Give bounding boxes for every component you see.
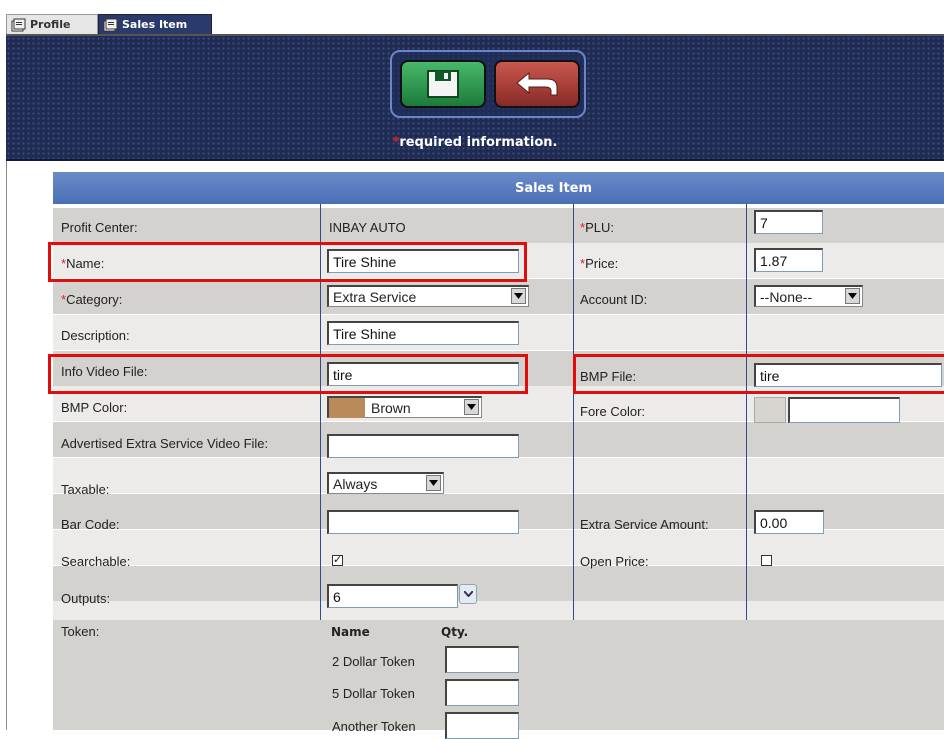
outputs-dropdown-button[interactable]	[459, 584, 477, 604]
profit-center-value: INBAY AUTO	[329, 220, 406, 235]
highlight-box-name	[48, 242, 527, 282]
bmp-color-label: BMP Color:	[61, 400, 128, 415]
properties-icon	[103, 18, 118, 31]
highlight-box-bmp-file	[573, 354, 944, 394]
token-qty-input[interactable]	[445, 646, 519, 673]
column-divider	[573, 204, 574, 620]
extra-amount-label: Extra Service Amount:	[580, 517, 709, 532]
extra-amount-input[interactable]	[754, 510, 824, 534]
token-name-header: Name	[331, 625, 370, 639]
taxable-label: Taxable:	[61, 482, 110, 497]
bar-code-label: Bar Code:	[61, 517, 120, 532]
column-divider	[746, 204, 747, 620]
tab-profile-label: Profile	[30, 18, 71, 31]
properties-icon	[11, 18, 26, 31]
chevron-down-icon	[845, 288, 860, 304]
token-item-name: Another Token	[332, 719, 416, 734]
price-label: *Price:	[580, 256, 619, 271]
profit-center-label: Profit Center:	[61, 220, 138, 235]
chevron-down-icon	[463, 591, 473, 597]
adv-video-input[interactable]	[327, 434, 519, 458]
tab-sales-item-label: Sales Item	[122, 18, 188, 31]
return-arrow-icon	[516, 71, 558, 96]
searchable-label: Searchable:	[61, 554, 131, 569]
toolbar-header: *required information.	[6, 36, 944, 161]
token-qty-input[interactable]	[445, 679, 519, 706]
form-title-bar: Sales Item	[53, 172, 944, 204]
plu-input[interactable]	[754, 210, 823, 234]
row-searchable	[53, 530, 944, 565]
outputs-input[interactable]	[327, 584, 458, 608]
category-label: *Category:	[61, 292, 123, 307]
color-swatch	[329, 397, 365, 418]
chevron-down-icon	[511, 288, 526, 304]
price-input[interactable]	[754, 248, 823, 272]
open-price-checkbox[interactable]	[761, 555, 772, 566]
description-label: Description:	[61, 328, 130, 343]
bar-code-input[interactable]	[327, 510, 519, 534]
outputs-label: Outputs:	[61, 591, 111, 606]
tab-sales-item[interactable]: Sales Item	[98, 14, 212, 34]
token-item-name: 2 Dollar Token	[332, 654, 415, 669]
fore-color-input[interactable]	[788, 397, 900, 423]
row-taxable	[53, 458, 944, 493]
taxable-select[interactable]: Always	[327, 472, 444, 494]
searchable-checkbox[interactable]: ✓	[332, 555, 343, 566]
bmp-color-select[interactable]: Brown	[327, 396, 482, 418]
fore-color-label: Fore Color:	[580, 404, 646, 419]
form-title: Sales Item	[514, 180, 593, 196]
adv-video-label: Advertised Extra Service Video File:	[61, 436, 269, 451]
fore-color-swatch[interactable]	[754, 397, 786, 423]
account-id-label: Account ID:	[580, 292, 648, 307]
highlight-box-info-video	[48, 354, 528, 394]
open-price-label: Open Price:	[580, 554, 649, 569]
save-button[interactable]	[400, 60, 486, 108]
tab-strip: Profile Sales Item	[6, 0, 944, 36]
row-token-top	[53, 601, 944, 620]
chevron-down-icon	[464, 399, 479, 415]
token-qty-input[interactable]	[445, 712, 519, 739]
description-input[interactable]	[327, 321, 519, 345]
token-qty-header: Qty.	[441, 625, 469, 639]
chevron-down-icon	[426, 475, 441, 491]
required-info-note: *required information.	[392, 135, 558, 150]
category-select[interactable]: Extra Service	[327, 285, 529, 307]
floppy-disk-icon	[427, 70, 459, 98]
tab-profile[interactable]: Profile	[6, 14, 98, 34]
token-label: Token:	[61, 624, 100, 639]
plu-label: *PLU:	[580, 220, 614, 235]
row-outputs	[53, 566, 944, 601]
action-button-group	[390, 50, 586, 118]
account-id-select[interactable]: --None--	[754, 285, 863, 307]
token-item-name: 5 Dollar Token	[332, 686, 415, 701]
undo-button[interactable]	[494, 60, 580, 108]
